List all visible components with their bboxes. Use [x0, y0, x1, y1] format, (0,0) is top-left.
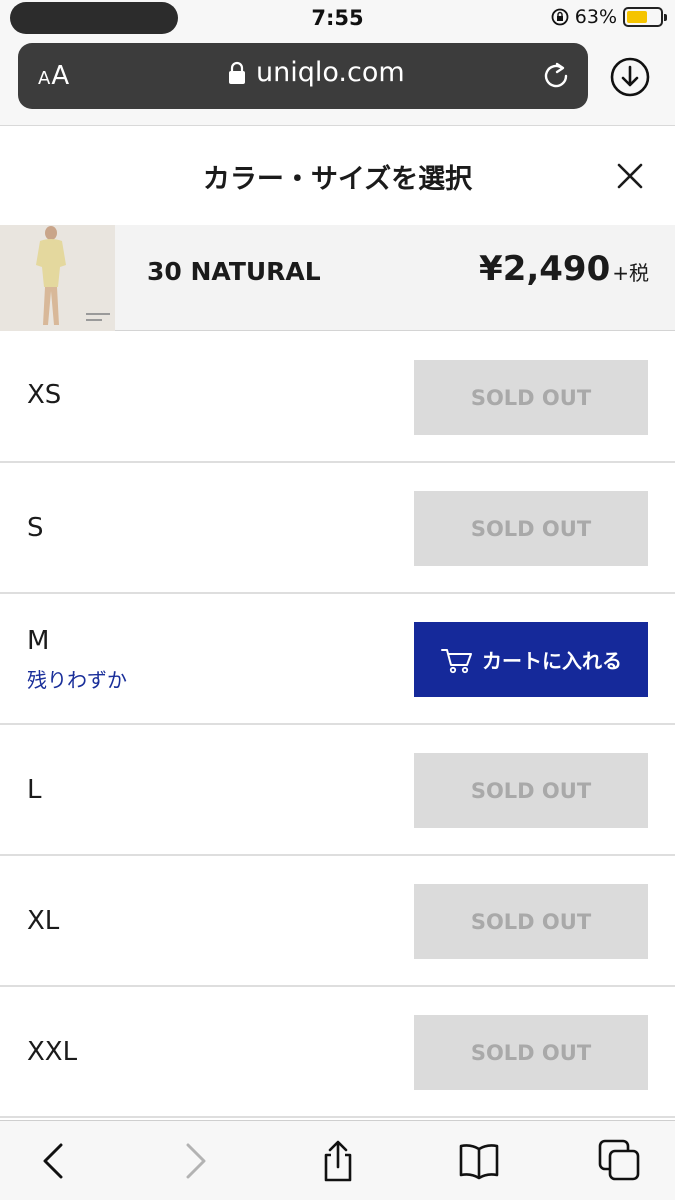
tabs-icon[interactable] — [598, 1139, 642, 1183]
product-thumbnail — [0, 225, 115, 331]
price-value: ¥2,490 — [479, 249, 611, 289]
size-row-s: S SOLD OUT — [0, 463, 675, 594]
bookmarks-icon[interactable] — [457, 1139, 501, 1183]
close-icon[interactable] — [614, 160, 646, 192]
sold-out-button: SOLD OUT — [414, 491, 648, 566]
low-stock-note: 残りわずか — [27, 668, 127, 692]
browser-toolbar — [0, 1120, 675, 1200]
size-label: M — [27, 626, 50, 656]
battery-level — [627, 11, 647, 23]
url-text: uniqlo.com — [256, 57, 405, 88]
cart-icon — [441, 648, 472, 673]
share-icon[interactable] — [316, 1139, 360, 1183]
size-row-xl: XL SOLD OUT — [0, 856, 675, 987]
size-row-m: M 残りわずか カートに入れる — [0, 594, 675, 725]
back-icon[interactable] — [33, 1139, 77, 1183]
selected-product: 30 NATURAL ¥2,490 +税 — [0, 225, 675, 331]
sold-out-button: SOLD OUT — [414, 884, 648, 959]
tax-suffix: +税 — [612, 261, 649, 285]
sold-out-button: SOLD OUT — [414, 360, 648, 435]
size-row-xxl: XXL SOLD OUT — [0, 987, 675, 1118]
battery-icon — [623, 7, 667, 27]
browser-address-area: AA uniqlo.com — [0, 38, 675, 126]
rotation-lock-icon — [551, 8, 569, 26]
battery-percent: 63% — [574, 6, 617, 28]
download-icon[interactable] — [610, 57, 650, 97]
price: ¥2,490 +税 — [479, 249, 649, 289]
color-name: 30 NATURAL — [147, 257, 321, 286]
url-display[interactable]: uniqlo.com — [228, 57, 405, 88]
address-bar[interactable]: AA uniqlo.com — [18, 43, 588, 109]
text-size-button[interactable]: AA — [38, 61, 70, 91]
add-to-cart-label: カートに入れる — [482, 649, 622, 673]
sheet-header: カラー・サイズを選択 — [0, 127, 675, 225]
lock-icon — [229, 61, 245, 84]
status-bar: 7:55 63% — [0, 0, 675, 38]
forward-icon[interactable] — [172, 1139, 216, 1183]
status-indicators: 63% — [551, 6, 667, 28]
size-row-l: L SOLD OUT — [0, 725, 675, 856]
size-label: XXL — [27, 1037, 78, 1067]
sheet-title: カラー・サイズを選択 — [202, 164, 473, 195]
size-label: XS — [27, 380, 62, 410]
add-to-cart-button[interactable]: カートに入れる — [414, 622, 648, 697]
sold-out-button: SOLD OUT — [414, 1015, 648, 1090]
size-label: L — [27, 775, 42, 805]
size-label: S — [27, 513, 44, 543]
size-row-xs: XS SOLD OUT — [0, 332, 675, 463]
size-label: XL — [27, 906, 60, 936]
sold-out-button: SOLD OUT — [414, 753, 648, 828]
reload-icon[interactable] — [540, 60, 572, 92]
